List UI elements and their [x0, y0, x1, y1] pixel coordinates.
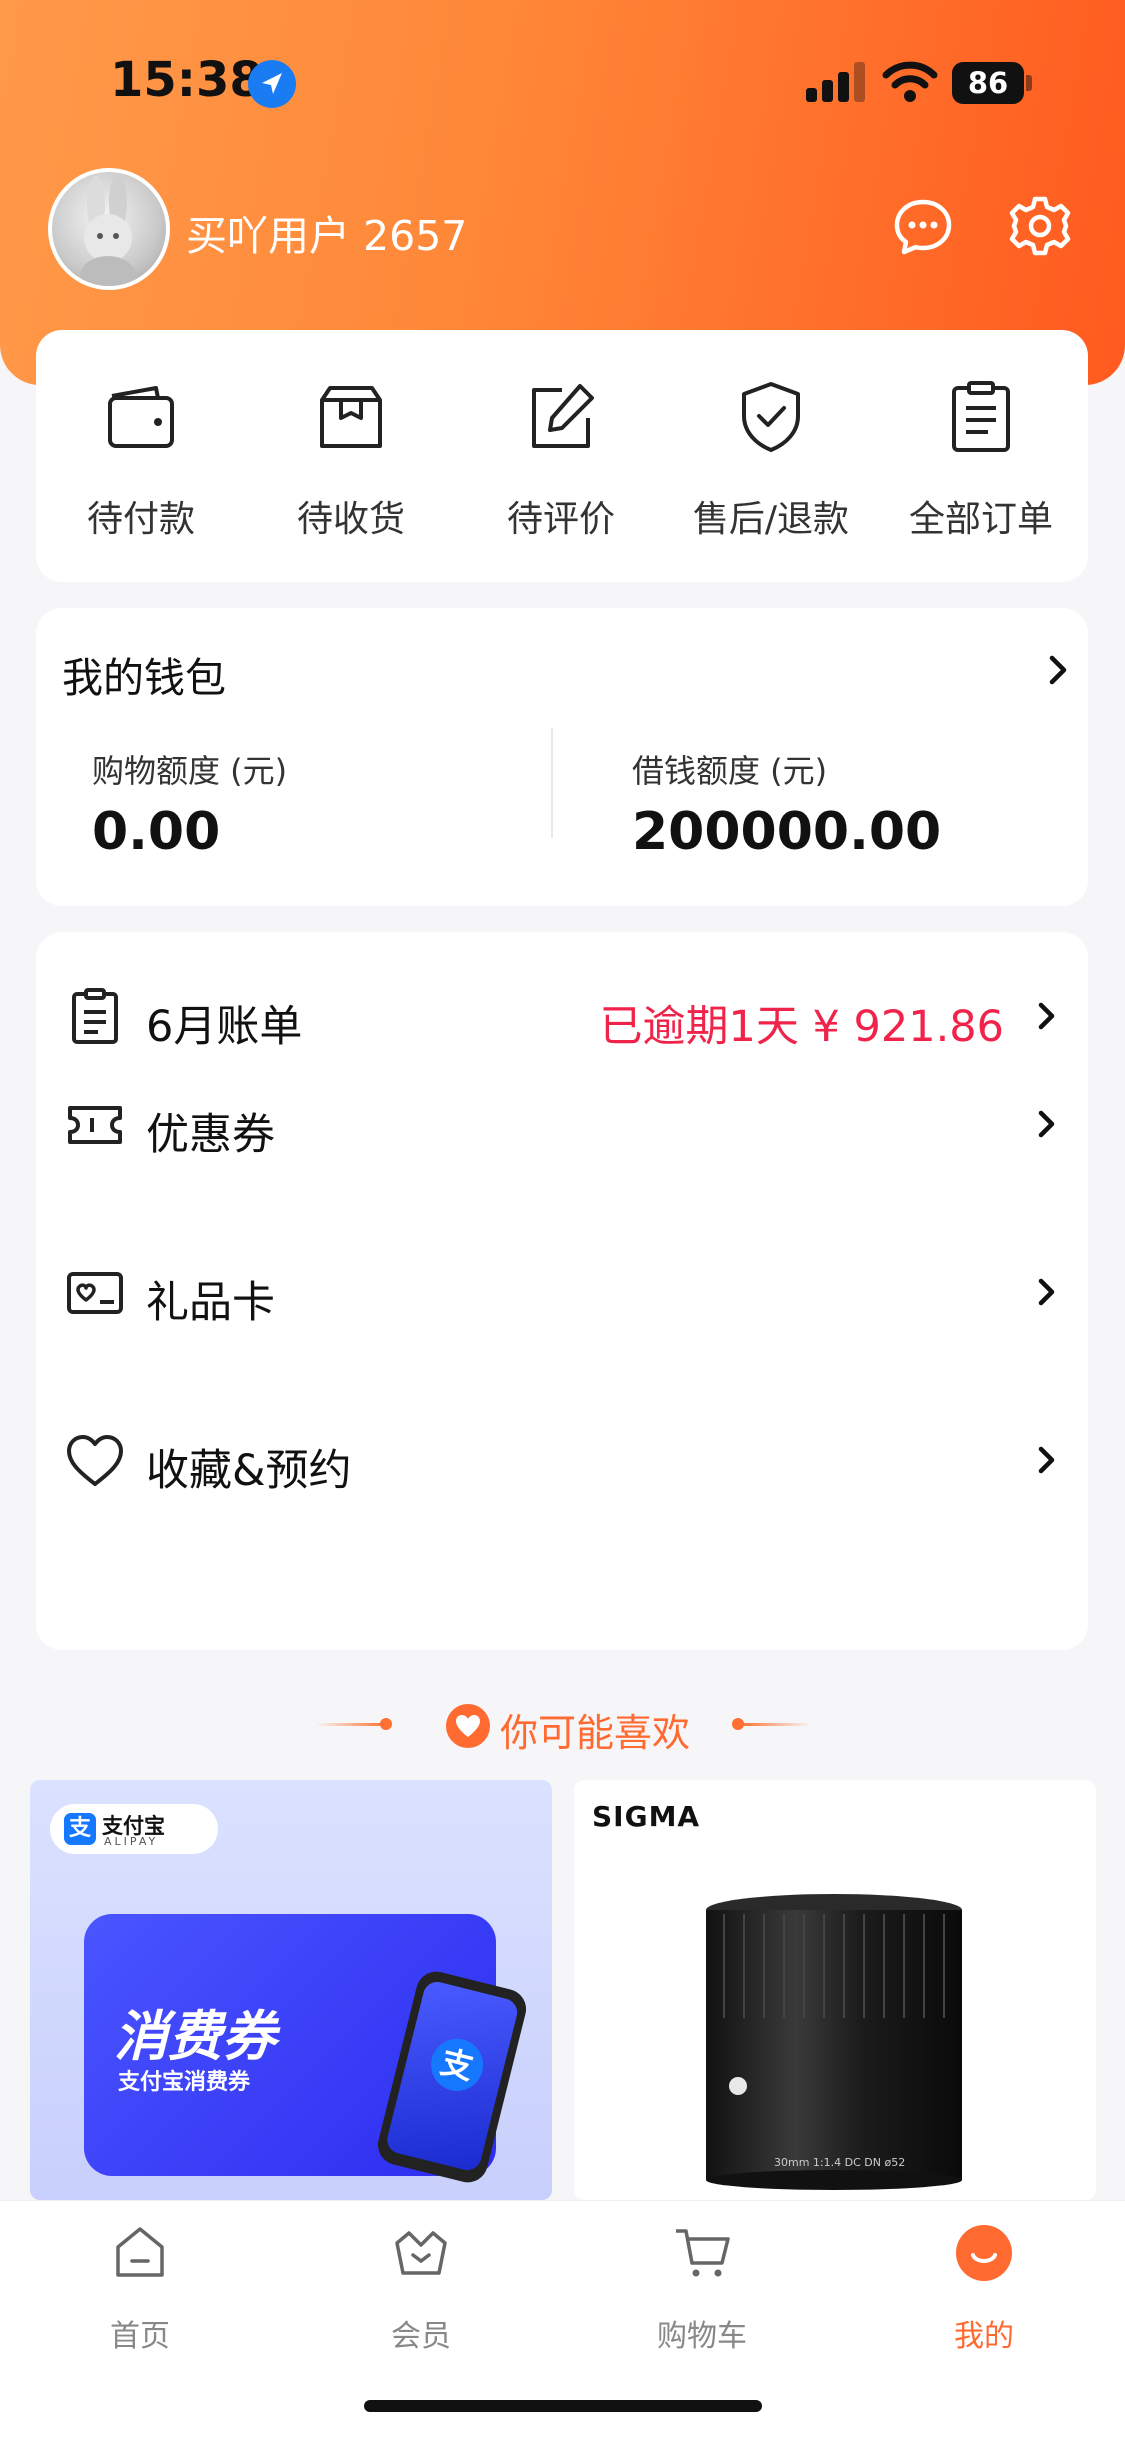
- tab-cart[interactable]: 购物车: [602, 2223, 802, 2354]
- chevron-right-icon: [1038, 1278, 1055, 1306]
- messages-button[interactable]: [892, 196, 954, 258]
- order-label: 待收货: [296, 499, 405, 540]
- order-label: 待评价: [506, 499, 615, 540]
- avatar[interactable]: [48, 168, 170, 290]
- chevron-right-icon: [1049, 655, 1067, 685]
- order-after-sales[interactable]: 售后/退款: [666, 330, 876, 582]
- order-pending-payment[interactable]: 待付款: [36, 330, 246, 582]
- menu-row-gift-card[interactable]: 礼品卡: [36, 1208, 1088, 1376]
- package-icon: [320, 386, 382, 448]
- tab-label: 我的: [954, 2319, 1014, 2354]
- gift-card-icon: [67, 1272, 123, 1314]
- shield-check-icon: [742, 382, 800, 452]
- loan-credit-label: 借钱额度 (元): [632, 752, 828, 790]
- orders-card: 待付款 待收货 待评价 售后/退款 全部订单: [36, 330, 1088, 582]
- chevron-right-icon: [1038, 1002, 1055, 1030]
- menu-row-favorites[interactable]: 收藏&预约: [36, 1376, 1088, 1544]
- product-card-alipay-coupon[interactable]: 支 支付宝 ALIPAY 消费券 支付宝消费券 支: [30, 1780, 552, 2200]
- tab-member[interactable]: 会员: [321, 2223, 521, 2354]
- chevron-right-icon: [1038, 1446, 1055, 1474]
- location-arrow-icon: [248, 60, 296, 108]
- battery-icon: 86: [952, 62, 1032, 104]
- chat-bubble-icon: [894, 199, 952, 255]
- wallet-card[interactable]: 我的钱包 购物额度 (元) 0.00 借钱额度 (元) 200000.00: [36, 608, 1088, 906]
- tab-label: 首页: [110, 2319, 170, 2354]
- recommendation-title: 你可能喜欢: [500, 1711, 691, 1755]
- status-time: 15:38: [110, 52, 263, 108]
- order-label: 待付款: [86, 499, 195, 540]
- smile-face-icon: [956, 2225, 1012, 2281]
- cart-icon: [676, 2229, 730, 2277]
- menu-row-coupons[interactable]: 优惠券: [36, 1040, 1088, 1208]
- order-pending-review[interactable]: 待评价: [456, 330, 666, 582]
- wifi-icon: [882, 60, 938, 104]
- tab-mine[interactable]: 我的: [884, 2223, 1084, 2354]
- alipay-english: ALIPAY: [104, 1835, 159, 1848]
- tab-label: 会员: [391, 2319, 451, 2354]
- alipay-logo-icon: 支: [64, 1813, 96, 1845]
- order-label: 售后/退款: [692, 499, 850, 540]
- edit-icon: [532, 384, 594, 448]
- gear-icon: [1009, 196, 1071, 256]
- coupons-label: 优惠券: [146, 1110, 275, 1160]
- crown-icon: [395, 2231, 447, 2275]
- alipay-logo-icon: 支: [425, 2033, 489, 2097]
- cellular-signal-icon: [806, 62, 866, 102]
- tab-label: 购物车: [657, 2319, 747, 2354]
- gift-card-label: 礼品卡: [146, 1278, 275, 1328]
- order-pending-receipt[interactable]: 待收货: [246, 330, 456, 582]
- order-all[interactable]: 全部订单: [876, 330, 1086, 582]
- camera-lens-image: 30mm 1:1.4 DC DN ø52: [706, 1894, 962, 2190]
- order-label: 全部订单: [908, 499, 1053, 540]
- wallet-title: 我的钱包: [62, 654, 226, 702]
- loan-credit-value: 200000.00: [632, 802, 942, 862]
- product-card-sigma-lens[interactable]: SIGMA 30mm 1:1.4 DC DN ø52: [574, 1780, 1096, 2200]
- ticket-icon: [68, 1106, 122, 1144]
- username[interactable]: 买吖用户 2657: [186, 202, 467, 262]
- chevron-right-icon: [1038, 1110, 1055, 1138]
- shopping-credit-value: 0.00: [92, 802, 221, 862]
- alipay-badge: 支 支付宝 ALIPAY: [50, 1804, 218, 1854]
- decor-line: [316, 1723, 386, 1726]
- heart-icon: [67, 1435, 123, 1486]
- wallet-divider: [551, 728, 553, 838]
- shopping-credit-label: 购物额度 (元): [92, 752, 288, 790]
- recommendation-header: 你可能喜欢: [0, 1696, 1125, 1756]
- tab-home[interactable]: 首页: [40, 2223, 240, 2354]
- coupon-title: 消费券: [114, 2005, 276, 2068]
- menu-card: 6月账单 已逾期1天 ¥ 921.86 优惠券 礼品卡 收藏&预约: [36, 932, 1088, 1650]
- decor-line: [740, 1723, 810, 1726]
- status-bar: 15:38 86: [0, 0, 1125, 150]
- settings-button[interactable]: [1008, 194, 1072, 258]
- coupon-subtitle: 支付宝消费券: [118, 2070, 251, 2095]
- clipboard-icon: [952, 381, 1010, 452]
- decor-dot: [380, 1718, 392, 1730]
- home-icon: [116, 2227, 164, 2277]
- wallet-icon: [108, 386, 174, 448]
- favorites-label: 收藏&预约: [146, 1446, 352, 1496]
- bill-icon: [72, 988, 118, 1044]
- home-indicator: [364, 2400, 762, 2412]
- heart-badge-icon: [446, 1704, 490, 1748]
- lens-spec-text: 30mm 1:1.4 DC DN ø52: [774, 2156, 905, 2169]
- brand-logo: SIGMA: [592, 1800, 701, 1833]
- battery-level: 86: [952, 62, 1024, 104]
